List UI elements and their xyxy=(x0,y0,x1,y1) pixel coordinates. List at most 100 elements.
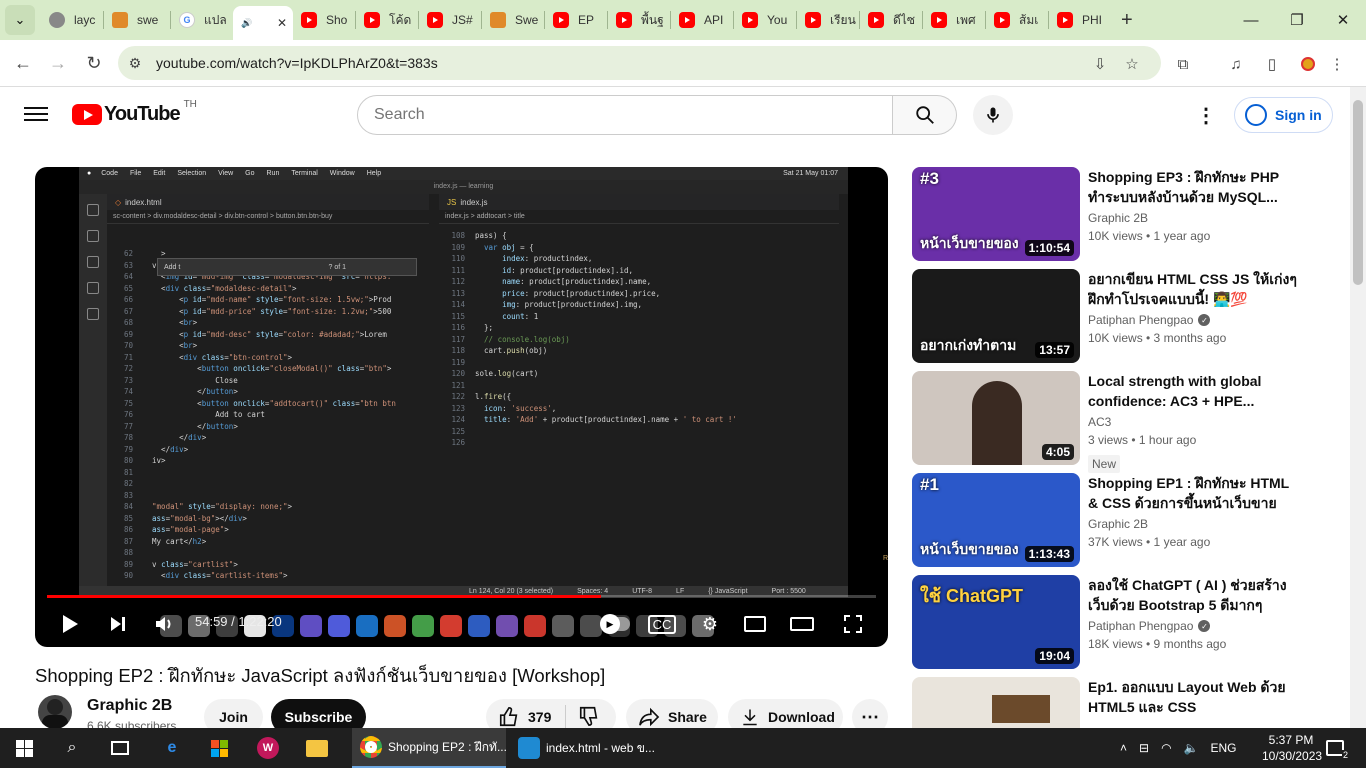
taskbar-app[interactable]: Shopping EP2 : ฝึกทั... xyxy=(352,728,507,768)
tray-chevron-icon[interactable]: ˄ xyxy=(1120,741,1127,755)
recommended-title[interactable]: ลองใช้ ChatGPT ( AI ) ช่วยสร้างเว็บด้วย … xyxy=(1088,575,1298,615)
settings-button[interactable]: ⚙ xyxy=(695,611,725,637)
recommended-video[interactable]: #3 หน้าเว็บขายของ 1:10:54 Shopping EP3 : ฝึ… xyxy=(912,167,1342,261)
install-app-icon[interactable]: ⇩ xyxy=(1089,53,1111,75)
browser-tab[interactable]: พื้นฐ xyxy=(608,5,670,35)
mac-menu-item: View xyxy=(218,170,234,177)
like-button[interactable]: 379 xyxy=(498,706,551,728)
recommended-title[interactable]: อยากเขียน HTML CSS JS ให้เก่งๆ ฝึกทำโปรเ… xyxy=(1088,269,1298,309)
video-frame: ● Code File Edit Selection View Go Run Terminal… xyxy=(79,167,888,597)
close-tab-icon[interactable]: ✕ xyxy=(277,16,287,30)
browser-tab[interactable]: EP xyxy=(545,5,607,35)
browser-tab[interactable]: โค้ด xyxy=(356,5,418,35)
page-scrollbar-thumb[interactable] xyxy=(1353,100,1363,285)
bookmark-star-icon[interactable]: ☆ xyxy=(1121,53,1143,75)
browser-tab[interactable]: API xyxy=(671,5,733,35)
speaker-icon[interactable]: 🔈 xyxy=(1184,741,1199,755)
w-app-icon[interactable]: W xyxy=(256,736,280,760)
restore-button[interactable]: ❐ xyxy=(1274,0,1320,40)
settings-menu-icon[interactable]: ⋮ xyxy=(1194,103,1218,127)
browser-tab[interactable]: You xyxy=(734,5,796,35)
back-button[interactable]: ← xyxy=(8,48,38,78)
address-bar[interactable]: ⚙ youtube.com/watch?v=IpKDLPhArZ0&t=383s xyxy=(118,46,1161,80)
browser-tab[interactable]: JS# xyxy=(419,5,481,35)
recommended-channel[interactable]: AC3 xyxy=(1088,415,1111,429)
search-taskbar-button[interactable]: ⌕ xyxy=(60,736,84,760)
volume-button[interactable] xyxy=(150,611,180,637)
miniplayer-button[interactable] xyxy=(740,611,770,637)
play-button[interactable] xyxy=(55,611,85,637)
browser-tab[interactable]: ส้มเ xyxy=(986,5,1048,35)
media-control-icon[interactable]: ♫ xyxy=(1225,53,1247,75)
search-input[interactable]: Search xyxy=(357,95,893,135)
task-view-button[interactable] xyxy=(108,736,132,760)
next-button[interactable] xyxy=(103,611,133,637)
forward-button[interactable]: → xyxy=(43,48,73,78)
language-indicator[interactable]: ENG xyxy=(1211,741,1237,755)
thumbnail-tag: #1 xyxy=(920,475,939,494)
recommended-title[interactable]: Shopping EP1 : ฝึกทักษะ HTML & CSS ด้วยก… xyxy=(1088,473,1298,513)
recommended-video[interactable]: ใช้ ChatGPT 19:04 ลองใช้ ChatGPT ( AI ) ช่… xyxy=(912,575,1342,669)
dislike-button[interactable] xyxy=(578,705,600,730)
theater-mode-button[interactable] xyxy=(787,611,817,637)
browser-tab[interactable]: 🔊 ✕ xyxy=(233,6,293,40)
youtube-wordmark: YouTube xyxy=(104,103,181,125)
sign-in-button[interactable]: Sign in xyxy=(1234,97,1333,133)
edge-icon[interactable]: e xyxy=(160,736,184,760)
close-window-button[interactable]: ✕ xyxy=(1320,0,1366,40)
progress-bar[interactable] xyxy=(47,595,876,598)
recommended-title[interactable]: Local strength with global confidence: A… xyxy=(1088,371,1298,411)
recommended-channel[interactable]: Graphic 2B xyxy=(1088,517,1148,531)
video-player[interactable]: ● Code File Edit Selection View Go Run Terminal… xyxy=(35,167,888,647)
start-button[interactable] xyxy=(12,736,36,760)
tab-search-button[interactable]: ⌄ xyxy=(5,5,35,35)
channel-name[interactable]: Graphic 2B xyxy=(87,697,172,715)
browser-tab[interactable]: layc xyxy=(41,5,103,35)
recommended-video[interactable]: อยากเก่งทำตาม 13:57 อยากเขียน HTML CSS JS … xyxy=(912,269,1342,363)
side-panel-icon[interactable]: ▯ xyxy=(1261,53,1283,75)
subtitles-button[interactable]: CC xyxy=(647,611,677,637)
browser-tab[interactable]: เพศ xyxy=(923,5,985,35)
new-tab-button[interactable]: + xyxy=(1121,9,1133,32)
video-thumbnail[interactable]: #3 หน้าเว็บขายของ 1:10:54 xyxy=(912,167,1080,261)
recommended-video[interactable]: #1 หน้าเว็บขายของ 1:13:43 Shopping EP1 : ฝึ… xyxy=(912,473,1342,567)
youtube-logo[interactable]: YouTube TH xyxy=(72,99,197,126)
browser-tab[interactable]: swe xyxy=(104,5,170,35)
reload-button[interactable]: ↻ xyxy=(79,48,109,78)
browser-menu-icon[interactable]: ⋮ xyxy=(1326,53,1348,75)
file-explorer-icon[interactable] xyxy=(305,736,329,760)
site-info-icon[interactable]: ⚙ xyxy=(118,55,152,72)
video-thumbnail[interactable]: ใช้ ChatGPT 19:04 xyxy=(912,575,1080,669)
browser-tab[interactable]: เรียน xyxy=(797,5,859,35)
browser-tab[interactable]: Swe xyxy=(482,5,544,35)
video-thumbnail[interactable]: อยากเก่งทำตาม 13:57 xyxy=(912,269,1080,363)
recommended-video[interactable]: 4:05 Local strength with global confidenc… xyxy=(912,371,1342,473)
browser-tab[interactable]: PHI xyxy=(1049,5,1111,35)
menu-icon[interactable] xyxy=(24,103,48,127)
youtube-icon xyxy=(364,12,380,28)
wifi-icon[interactable]: ◠ xyxy=(1161,741,1171,755)
store-icon[interactable] xyxy=(207,736,231,760)
fullscreen-button[interactable] xyxy=(838,611,868,637)
notification-center-button[interactable]: 2 xyxy=(1323,736,1349,760)
autoplay-toggle[interactable]: ▶ xyxy=(600,611,630,637)
recommended-title[interactable]: Shopping EP3 : ฝึกทักษะ PHP ทำระบบหลังบ้… xyxy=(1088,167,1298,207)
profile-avatar[interactable] xyxy=(1297,53,1319,75)
recommended-channel[interactable]: Patiphan Phengpao ✓ xyxy=(1088,313,1211,327)
search-button[interactable] xyxy=(893,95,957,135)
channel-avatar[interactable] xyxy=(38,695,72,729)
voice-search-button[interactable] xyxy=(973,95,1013,135)
network-icon[interactable]: ⊟ xyxy=(1139,741,1149,755)
video-thumbnail[interactable]: 4:05 xyxy=(912,371,1080,465)
video-thumbnail[interactable]: #1 หน้าเว็บขายของ 1:13:43 xyxy=(912,473,1080,567)
recommended-title[interactable]: Ep1. ออกแบบ Layout Web ด้วย HTML5 และ CS… xyxy=(1088,677,1298,717)
browser-tab[interactable]: ดีไซ xyxy=(860,5,922,35)
taskbar-app[interactable]: index.html - web ข... xyxy=(510,728,664,768)
browser-tab[interactable]: G แปล xyxy=(171,5,233,35)
extensions-icon[interactable]: ⧉ xyxy=(1172,53,1194,75)
recommended-channel[interactable]: Patiphan Phengpao ✓ xyxy=(1088,619,1211,633)
taskbar-clock[interactable]: 5:37 PM 10/30/2023 xyxy=(1262,732,1322,764)
minimize-button[interactable]: — xyxy=(1228,0,1274,40)
recommended-channel[interactable]: Graphic 2B xyxy=(1088,211,1148,225)
browser-tab[interactable]: Sho xyxy=(293,5,355,35)
